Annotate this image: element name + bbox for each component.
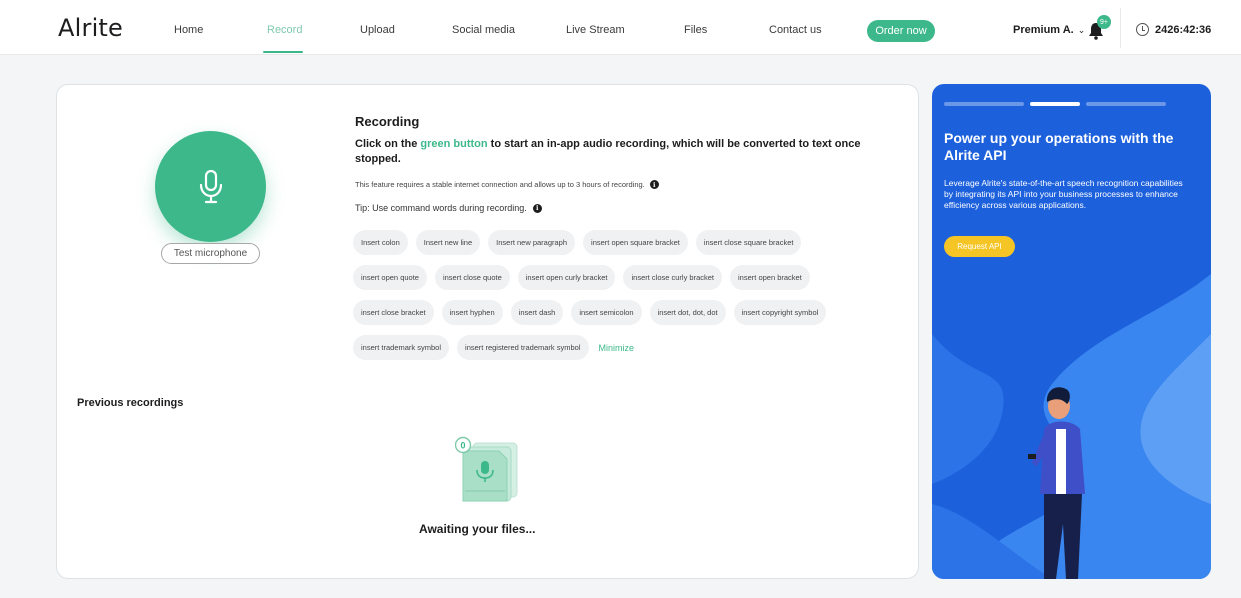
notification-badge: 9+ (1097, 15, 1111, 29)
command-chip[interactable]: insert close curly bracket (623, 265, 723, 290)
user-name: Premium A. (1013, 24, 1074, 36)
command-chip[interactable]: insert copyright symbol (733, 300, 827, 325)
promo-title: Power up your operations with the Alrite… (944, 130, 1174, 163)
empty-state-text: Awaiting your files... (419, 522, 536, 536)
file-count-badge: 0 (460, 441, 465, 451)
note-text: This feature requires a stable internet … (355, 180, 645, 189)
credit-timer: 2426:42:36 (1136, 23, 1211, 36)
logo-prefix: Al (58, 14, 82, 42)
chip-row: Insert colon Insert new line Insert new … (353, 230, 802, 255)
logo[interactable]: Alrite (58, 14, 123, 42)
nav-contact-us[interactable]: Contact us (769, 24, 822, 36)
info-icon[interactable]: i (532, 203, 542, 213)
previous-recordings-title: Previous recordings (77, 397, 184, 409)
order-now-button[interactable]: Order now (867, 20, 935, 42)
top-nav: Alrite Home Record Upload Social media L… (0, 0, 1241, 55)
command-chip[interactable]: insert open bracket (730, 265, 810, 290)
logo-suffix: rite (81, 14, 124, 42)
nav-home[interactable]: Home (174, 24, 203, 36)
divider (1120, 8, 1121, 48)
tip-text: Tip: Use command words during recording. (355, 203, 527, 213)
command-chip[interactable]: insert open square bracket (583, 230, 688, 255)
chip-row: insert trademark symbol insert registere… (353, 335, 634, 360)
recording-card: Test microphone Recording Click on the g… (56, 84, 919, 579)
recording-tip: Tip: Use command words during recording.… (355, 203, 542, 213)
carousel-dot[interactable] (944, 102, 1024, 106)
command-chip[interactable]: insert close bracket (353, 300, 434, 325)
chip-row: insert open quote insert close quote ins… (353, 265, 810, 290)
carousel-indicators (944, 102, 1166, 106)
command-chip[interactable]: insert dash (510, 300, 564, 325)
nav-record[interactable]: Record (267, 24, 302, 36)
microphone-icon (199, 169, 222, 203)
info-icon[interactable]: i (649, 180, 659, 189)
nav-files[interactable]: Files (684, 24, 707, 36)
command-chip[interactable]: insert hyphen (441, 300, 503, 325)
request-api-button[interactable]: Request API (944, 236, 1015, 257)
timer-value: 2426:42:36 (1155, 23, 1212, 36)
command-chip[interactable]: insert registered trademark symbol (457, 335, 589, 360)
empty-files-illustration: 0 (455, 436, 518, 502)
recording-note: This feature requires a stable internet … (355, 180, 659, 189)
api-promo-card: Power up your operations with the Alrite… (932, 84, 1211, 579)
recording-description: Click on the green button to start an in… (355, 137, 875, 167)
record-button[interactable] (155, 131, 266, 242)
desc-text: Click on the (355, 138, 421, 150)
command-chip[interactable]: insert semicolon (571, 300, 642, 325)
nav-live-stream[interactable]: Live Stream (566, 24, 625, 36)
command-chip[interactable]: insert open curly bracket (517, 265, 616, 290)
command-chip[interactable]: Insert new paragraph (488, 230, 576, 255)
command-chip[interactable]: insert close square bracket (695, 230, 802, 255)
command-chip[interactable]: insert dot, dot, dot (649, 300, 726, 325)
command-chip[interactable]: insert trademark symbol (353, 335, 450, 360)
test-microphone-button[interactable]: Test microphone (161, 243, 260, 264)
command-chip[interactable]: insert open quote (353, 265, 427, 290)
nav-social-media[interactable]: Social media (452, 24, 515, 36)
carousel-dot-active[interactable] (1030, 102, 1080, 106)
desc-highlight: green button (420, 138, 488, 150)
minimize-link[interactable]: Minimize (599, 335, 635, 360)
carousel-dot[interactable] (1086, 102, 1166, 106)
chevron-down-icon: ⌄ (1077, 25, 1086, 35)
recording-title: Recording (355, 114, 420, 129)
active-nav-underline (263, 51, 303, 53)
nav-upload[interactable]: Upload (360, 24, 395, 36)
user-menu[interactable]: Premium A. ⌄ (1013, 24, 1085, 36)
promo-text: Leverage Alrite's state-of-the-art speec… (944, 178, 1183, 210)
chip-row: insert close bracket insert hyphen inser… (353, 300, 827, 325)
command-chip[interactable]: Insert colon (353, 230, 408, 255)
command-chip[interactable]: insert close quote (434, 265, 510, 290)
clock-icon (1136, 23, 1149, 36)
command-chip[interactable]: Insert new line (415, 230, 481, 255)
